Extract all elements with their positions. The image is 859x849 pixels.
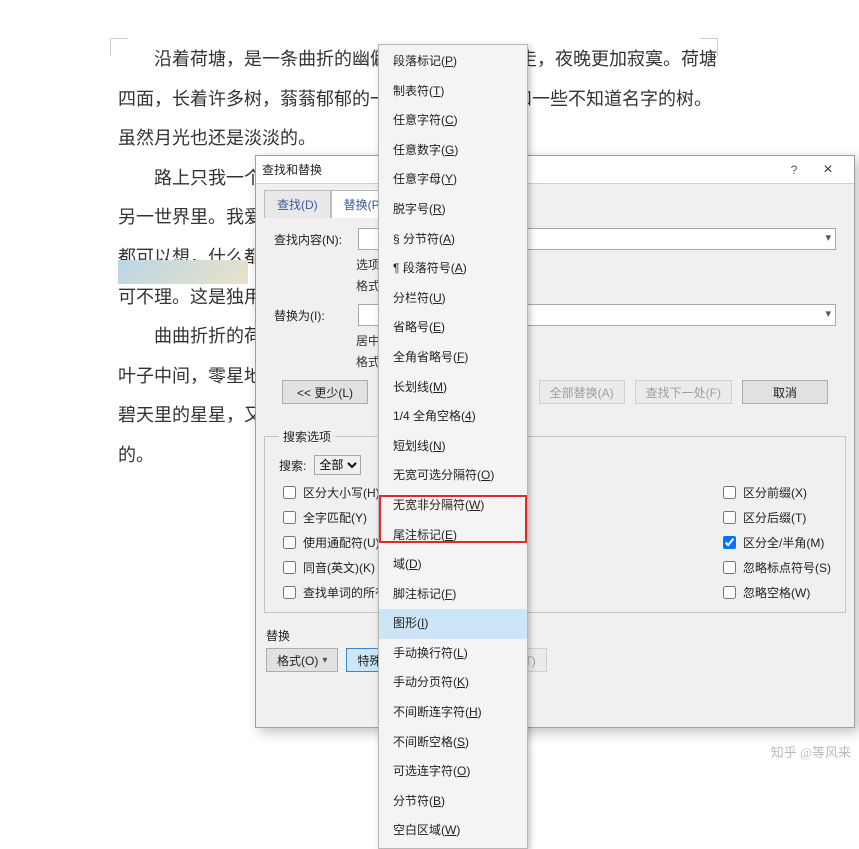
- menu-item-t-1[interactable]: 制表符(T): [379, 77, 527, 107]
- chk-fullhalf[interactable]: 区分全/半角(M): [719, 533, 831, 552]
- chk-ignore-punct[interactable]: 忽略标点符号(S): [719, 558, 831, 577]
- menu-item-f-18[interactable]: 脚注标记(F): [379, 580, 527, 610]
- replace-label: 替换为(I):: [274, 307, 352, 324]
- menu-item-u-8[interactable]: 分栏符(U): [379, 284, 527, 314]
- menu-item-d-17[interactable]: 域(D): [379, 550, 527, 580]
- menu-item-p-0[interactable]: 段落标记(P): [379, 47, 527, 77]
- find-replace-dialog: 查找和替换 ? × 查找(D) 替换(P) 定位(G) 查找内容(N): 选项:…: [255, 155, 855, 728]
- help-button[interactable]: ?: [780, 163, 808, 177]
- special-format-menu: 段落标记(P)制表符(T)任意字符(C)任意数字(G)任意字母(Y)脱字号(R)…: [378, 44, 528, 849]
- menu-item-a-6[interactable]: § 分节符(A): [379, 225, 527, 255]
- search-scope-label: 搜索:: [279, 457, 306, 474]
- menu-item-4-12[interactable]: 1/4 全角空格(4): [379, 402, 527, 432]
- watermark: 知乎 @等风来: [771, 742, 851, 761]
- menu-item-k-21[interactable]: 手动分页符(K): [379, 668, 527, 698]
- replace-all-button[interactable]: 全部替换(A): [539, 380, 625, 404]
- menu-item-i-19[interactable]: 图形(I): [379, 609, 527, 639]
- find-next-button[interactable]: 查找下一处(F): [635, 380, 732, 404]
- menu-item-w-26[interactable]: 空白区域(W): [379, 816, 527, 846]
- menu-item-o-14[interactable]: 无宽可选分隔符(O): [379, 461, 527, 491]
- close-button[interactable]: ×: [808, 161, 848, 179]
- find-label: 查找内容(N):: [274, 231, 352, 248]
- dialog-body: 查找内容(N): 选项: 区分全/半角 格式: 替换为(I): 居中 格式: <…: [264, 218, 846, 420]
- menu-item-m-11[interactable]: 长划线(M): [379, 373, 527, 403]
- menu-item-r-5[interactable]: 脱字号(R): [379, 195, 527, 225]
- right-options: 区分前缀(X) 区分后缀(T) 区分全/半角(M) 忽略标点符号(S) 忽略空格…: [719, 483, 831, 602]
- menu-item-h-22[interactable]: 不间断连字符(H): [379, 698, 527, 728]
- menu-item-g-3[interactable]: 任意数字(G): [379, 136, 527, 166]
- format-dropdown[interactable]: 格式(O): [266, 648, 338, 672]
- action-buttons: << 更少(L) 替换(R) 全部替换(A) 查找下一处(F) 取消: [274, 374, 836, 410]
- search-scope-select[interactable]: 全部: [314, 455, 361, 475]
- dialog-tabs: 查找(D) 替换(P) 定位(G): [256, 184, 854, 218]
- less-button[interactable]: << 更少(L): [282, 380, 368, 404]
- highlight-box: [379, 495, 527, 543]
- menu-item-f-10[interactable]: 全角省略号(F): [379, 343, 527, 373]
- search-options-legend: 搜索选项: [279, 428, 335, 445]
- menu-item-o-24[interactable]: 可选连字符(O): [379, 757, 527, 787]
- chk-prefix[interactable]: 区分前缀(X): [719, 483, 831, 502]
- menu-item-n-13[interactable]: 短划线(N): [379, 432, 527, 462]
- menu-item-a-7[interactable]: ¶ 段落符号(A): [379, 254, 527, 284]
- chk-ignore-space[interactable]: 忽略空格(W): [719, 583, 831, 602]
- tab-find[interactable]: 查找(D): [264, 190, 331, 218]
- chk-suffix[interactable]: 区分后缀(T): [719, 508, 831, 527]
- menu-item-c-2[interactable]: 任意字符(C): [379, 106, 527, 136]
- menu-item-b-25[interactable]: 分节符(B): [379, 787, 527, 817]
- search-options-group: 搜索选项 搜索: 全部 区分大小写(H) 全字匹配(Y) 使用通配符(U) 同音…: [264, 428, 846, 613]
- replace-section: 替换 格式(O) 特殊格式(E) 不限定格式(T): [256, 621, 854, 682]
- menu-item-s-23[interactable]: 不间断空格(S): [379, 728, 527, 758]
- menu-item-l-20[interactable]: 手动换行符(L): [379, 639, 527, 669]
- menu-item-e-9[interactable]: 省略号(E): [379, 313, 527, 343]
- dialog-titlebar: 查找和替换 ? ×: [256, 156, 854, 184]
- inline-image: [118, 260, 248, 284]
- cancel-button[interactable]: 取消: [742, 380, 828, 404]
- replace-section-label: 替换: [266, 627, 844, 644]
- menu-item-y-4[interactable]: 任意字母(Y): [379, 165, 527, 195]
